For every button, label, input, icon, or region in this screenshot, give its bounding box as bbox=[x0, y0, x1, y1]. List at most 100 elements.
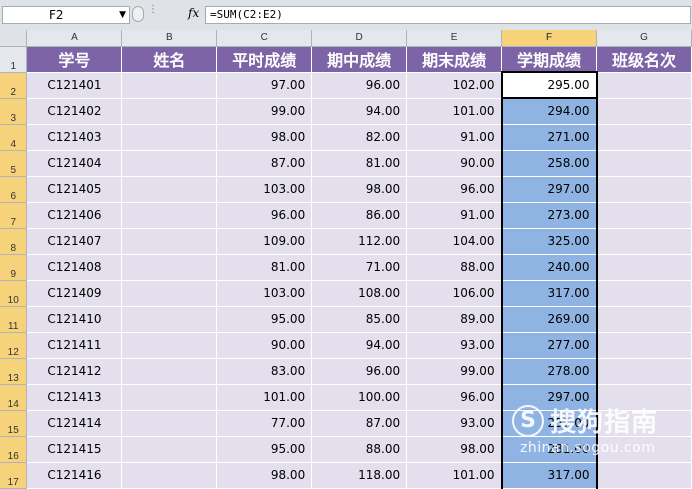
data-cell[interactable]: 96.00 bbox=[406, 176, 503, 203]
data-cell[interactable] bbox=[121, 202, 218, 229]
data-cell[interactable]: 317.00 bbox=[500, 280, 598, 307]
data-cell[interactable]: 71.00 bbox=[311, 254, 408, 281]
data-cell[interactable]: 88.00 bbox=[406, 254, 503, 281]
data-cell[interactable]: 86.00 bbox=[311, 202, 408, 229]
data-cell[interactable]: 240.00 bbox=[500, 254, 598, 281]
data-cell[interactable]: 96.00 bbox=[311, 72, 408, 99]
data-cell[interactable] bbox=[121, 150, 218, 177]
row-header[interactable]: 13 bbox=[0, 358, 28, 385]
data-cell[interactable]: C121405 bbox=[26, 176, 123, 203]
column-header-g[interactable]: G bbox=[596, 30, 692, 47]
data-cell[interactable]: 96.00 bbox=[216, 202, 313, 229]
row-header[interactable]: 1 bbox=[0, 46, 28, 73]
row-header[interactable]: 14 bbox=[0, 384, 28, 411]
row-header[interactable]: 3 bbox=[0, 98, 28, 125]
data-cell[interactable] bbox=[596, 332, 692, 359]
data-cell[interactable] bbox=[596, 384, 692, 411]
data-cell[interactable] bbox=[121, 254, 218, 281]
data-cell[interactable]: 101.00 bbox=[216, 384, 313, 411]
data-cell[interactable]: 98.00 bbox=[216, 124, 313, 151]
data-cell[interactable]: 96.00 bbox=[311, 358, 408, 385]
data-cell[interactable]: 83.00 bbox=[216, 358, 313, 385]
data-cell[interactable]: 277.00 bbox=[500, 332, 598, 359]
row-header[interactable]: 9 bbox=[0, 254, 28, 281]
data-cell[interactable]: 317.00 bbox=[500, 462, 598, 489]
data-cell[interactable]: 297.00 bbox=[500, 176, 598, 203]
data-cell[interactable]: 82.00 bbox=[311, 124, 408, 151]
data-cell[interactable]: 258.00 bbox=[500, 150, 598, 177]
header-cell[interactable]: 期中成绩 bbox=[311, 46, 408, 73]
data-cell[interactable]: 101.00 bbox=[406, 462, 503, 489]
column-header-a[interactable]: A bbox=[26, 30, 123, 47]
data-cell[interactable] bbox=[121, 306, 218, 333]
data-cell[interactable]: 106.00 bbox=[406, 280, 503, 307]
data-cell[interactable] bbox=[596, 124, 692, 151]
data-cell[interactable] bbox=[596, 72, 692, 99]
data-cell[interactable]: C121408 bbox=[26, 254, 123, 281]
data-cell[interactable]: 257.00 bbox=[500, 410, 598, 437]
data-cell[interactable]: 85.00 bbox=[311, 306, 408, 333]
data-cell[interactable] bbox=[121, 436, 218, 463]
data-cell[interactable] bbox=[121, 384, 218, 411]
name-box[interactable]: F2 ▼ bbox=[2, 6, 130, 24]
data-cell[interactable] bbox=[121, 332, 218, 359]
row-header[interactable]: 8 bbox=[0, 228, 28, 255]
data-cell[interactable]: C121415 bbox=[26, 436, 123, 463]
data-cell[interactable] bbox=[121, 280, 218, 307]
data-cell[interactable]: 325.00 bbox=[500, 228, 598, 255]
data-cell[interactable] bbox=[596, 98, 692, 125]
active-cell[interactable]: 295.00 bbox=[500, 71, 598, 99]
data-cell[interactable]: 95.00 bbox=[216, 436, 313, 463]
data-cell[interactable]: 281.00 bbox=[500, 436, 598, 463]
data-cell[interactable]: C121413 bbox=[26, 384, 123, 411]
data-cell[interactable]: 98.00 bbox=[311, 176, 408, 203]
row-header[interactable]: 4 bbox=[0, 124, 28, 151]
data-cell[interactable] bbox=[121, 228, 218, 255]
data-cell[interactable]: 297.00 bbox=[500, 384, 598, 411]
data-cell[interactable]: 103.00 bbox=[216, 280, 313, 307]
data-cell[interactable]: 118.00 bbox=[311, 462, 408, 489]
row-header[interactable]: 7 bbox=[0, 202, 28, 229]
data-cell[interactable]: 102.00 bbox=[406, 72, 503, 99]
data-cell[interactable]: 278.00 bbox=[500, 358, 598, 385]
insert-function-icon[interactable]: fx bbox=[188, 6, 199, 20]
data-cell[interactable] bbox=[121, 98, 218, 125]
data-cell[interactable]: 81.00 bbox=[216, 254, 313, 281]
cancel-circle-icon[interactable] bbox=[132, 6, 144, 22]
data-cell[interactable]: 112.00 bbox=[311, 228, 408, 255]
data-cell[interactable]: 91.00 bbox=[406, 202, 503, 229]
data-cell[interactable]: 89.00 bbox=[406, 306, 503, 333]
data-cell[interactable] bbox=[596, 150, 692, 177]
data-cell[interactable]: 88.00 bbox=[311, 436, 408, 463]
header-cell[interactable]: 学期成绩 bbox=[501, 46, 598, 73]
data-cell[interactable]: 90.00 bbox=[216, 332, 313, 359]
data-cell[interactable]: 99.00 bbox=[406, 358, 503, 385]
data-cell[interactable]: 103.00 bbox=[216, 176, 313, 203]
data-cell[interactable] bbox=[596, 176, 692, 203]
data-cell[interactable]: 271.00 bbox=[500, 124, 598, 151]
row-header[interactable]: 10 bbox=[0, 280, 28, 307]
data-cell[interactable]: 108.00 bbox=[311, 280, 408, 307]
data-cell[interactable]: C121414 bbox=[26, 410, 123, 437]
data-cell[interactable] bbox=[596, 280, 692, 307]
data-cell[interactable] bbox=[121, 462, 218, 489]
data-cell[interactable]: 97.00 bbox=[216, 72, 313, 99]
row-header[interactable]: 15 bbox=[0, 410, 28, 437]
data-cell[interactable]: 93.00 bbox=[406, 410, 503, 437]
data-cell[interactable] bbox=[596, 358, 692, 385]
data-cell[interactable]: 100.00 bbox=[311, 384, 408, 411]
header-cell[interactable]: 学号 bbox=[26, 46, 123, 73]
data-cell[interactable]: 77.00 bbox=[216, 410, 313, 437]
data-cell[interactable]: C121401 bbox=[26, 72, 123, 99]
data-cell[interactable]: C121407 bbox=[26, 228, 123, 255]
row-header[interactable]: 5 bbox=[0, 150, 28, 177]
data-cell[interactable] bbox=[121, 124, 218, 151]
data-cell[interactable]: C121416 bbox=[26, 462, 123, 489]
row-header[interactable]: 12 bbox=[0, 332, 28, 359]
row-header[interactable]: 6 bbox=[0, 176, 28, 203]
data-cell[interactable]: C121410 bbox=[26, 306, 123, 333]
data-cell[interactable]: C121412 bbox=[26, 358, 123, 385]
row-header[interactable]: 16 bbox=[0, 436, 28, 463]
data-cell[interactable] bbox=[596, 462, 692, 489]
data-cell[interactable]: 294.00 bbox=[500, 98, 598, 125]
